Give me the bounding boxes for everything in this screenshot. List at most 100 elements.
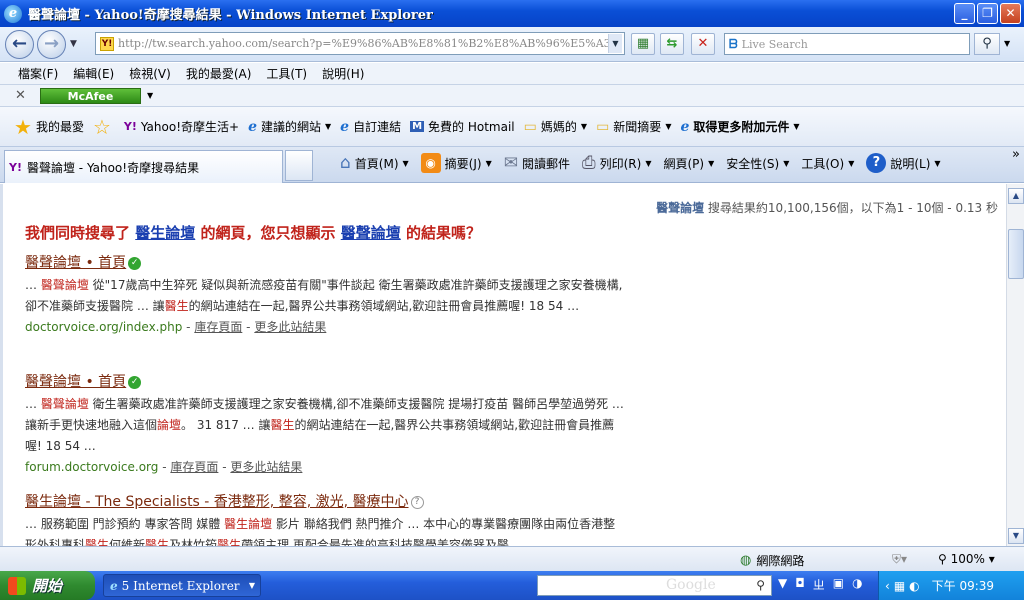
scroll-thumb[interactable] bbox=[1008, 229, 1024, 279]
fav-link-suggested-sites[interactable]: e 建議的網站 ▼ bbox=[248, 118, 331, 135]
menu-favorites[interactable]: 我的最愛(A) bbox=[186, 65, 252, 82]
window-controls: _ ❐ ✕ bbox=[954, 3, 1021, 24]
fav-link-label: 免費的 Hotmail bbox=[428, 120, 515, 134]
tools-menu-button[interactable]: 工具(O) ▼ bbox=[801, 155, 854, 172]
cached-page-link[interactable]: 庫存頁面 bbox=[170, 460, 218, 474]
chevron-down-icon[interactable]: ▼ bbox=[403, 159, 409, 168]
ime-icon[interactable]: ㄓ bbox=[813, 576, 825, 593]
snippet-keyword: 醫生 bbox=[270, 418, 295, 432]
page-menu-button[interactable]: 網頁(P) ▼ bbox=[663, 155, 714, 172]
did-you-mean-term1-link[interactable]: 醫生論壇 bbox=[135, 224, 195, 242]
search-icon[interactable]: ⚲ bbox=[756, 576, 765, 595]
options-icon[interactable]: ▼ bbox=[778, 576, 787, 593]
snippet-keyword: 醫生 bbox=[145, 538, 170, 546]
more-commands-icon[interactable]: » bbox=[1012, 147, 1020, 162]
fav-folder-news[interactable]: ▭ 新聞摘要 ▼ bbox=[596, 118, 671, 135]
back-button[interactable]: ← bbox=[5, 30, 34, 59]
safety-menu-button[interactable]: 安全性(S) ▼ bbox=[726, 155, 789, 172]
result-title-link[interactable]: 醫聲論壇 • 首頁 bbox=[25, 374, 126, 390]
volume-icon[interactable]: ◐ bbox=[909, 579, 919, 593]
menu-edit[interactable]: 編輯(E) bbox=[73, 65, 114, 82]
chevron-down-icon: ▼ bbox=[848, 158, 855, 168]
chevron-down-icon[interactable]: ▼ bbox=[486, 159, 492, 168]
scroll-down-icon[interactable]: ▼ bbox=[1008, 528, 1024, 544]
history-dropdown-icon[interactable]: ▼ bbox=[70, 39, 77, 49]
menu-help[interactable]: 說明(H) bbox=[322, 65, 364, 82]
fav-link-hotmail[interactable]: M 免費的 Hotmail bbox=[410, 118, 515, 135]
start-button[interactable]: 開始 bbox=[0, 571, 95, 600]
home-button[interactable]: ⌂ 首頁(M) ▼ bbox=[340, 153, 409, 173]
mcafee-dropdown-icon[interactable]: ▼ bbox=[147, 91, 153, 100]
yahoo-favicon-icon: Y! bbox=[100, 36, 114, 51]
menu-file[interactable]: 檔案(F) bbox=[18, 65, 58, 82]
feeds-button[interactable]: ◉ 摘要(J) ▼ bbox=[420, 153, 492, 173]
input-mode-icon[interactable]: ▣ bbox=[833, 576, 844, 593]
read-mail-button[interactable]: ✉ 閱讀郵件 bbox=[504, 153, 570, 173]
help-menu-button[interactable]: ? 說明(L) ▼ bbox=[866, 153, 941, 173]
half-width-icon[interactable]: ◑ bbox=[852, 576, 862, 593]
stop-button[interactable]: ✕ bbox=[691, 33, 715, 55]
live-search-icon: ᗷ bbox=[729, 36, 738, 51]
restore-icon[interactable]: ◘ bbox=[795, 576, 805, 593]
vertical-scrollbar[interactable]: ▲ ▼ bbox=[1006, 184, 1024, 546]
system-tray: ‹ ▦ ◐ 下午 09:39 bbox=[878, 571, 1024, 600]
fav-link-addons[interactable]: e 取得更多附加元件 ▼ bbox=[680, 118, 799, 135]
title-bar: e 醫聲論壇 - Yahoo!奇摩搜尋結果 - Windows Internet… bbox=[0, 0, 1024, 27]
tab-current[interactable]: Y! 醫聲論壇 - Yahoo!奇摩搜尋結果 bbox=[4, 150, 283, 183]
mcafee-button[interactable]: McAfee bbox=[40, 88, 141, 104]
help-icon: ? bbox=[866, 153, 887, 173]
search-options-dropdown-icon[interactable]: ▼ bbox=[1004, 39, 1010, 48]
minimize-button[interactable]: _ bbox=[954, 3, 975, 24]
protected-mode-icon[interactable]: ⛨▾ bbox=[892, 552, 907, 567]
fav-link-label: Yahoo!奇摩生活+ bbox=[140, 120, 240, 134]
search-result: 醫聲論壇 • 首頁 ✓ … 醫聲論壇 衛生署藥政處准許藥師支援護理之家安養機構,卻… bbox=[25, 371, 625, 475]
home-label: 首頁(M) bbox=[354, 156, 399, 171]
google-desktop-search[interactable]: Google ⚲ bbox=[537, 575, 772, 596]
address-bar[interactable]: Y! http://tw.search.yahoo.com/search?p=%… bbox=[95, 32, 625, 55]
add-favorite-button[interactable]: ☆ bbox=[93, 115, 115, 139]
yahoo-icon: Y! bbox=[9, 160, 22, 174]
restore-button[interactable]: ❐ bbox=[977, 3, 998, 24]
snippet-keyword: 醫聲論壇 bbox=[40, 397, 89, 411]
google-watermark: Google bbox=[666, 577, 716, 593]
tray-arrow-icon[interactable]: ‹ bbox=[885, 579, 890, 593]
more-from-site-link[interactable]: 更多此站結果 bbox=[254, 320, 326, 334]
did-you-mean-term2-link[interactable]: 醫聲論壇 bbox=[341, 224, 401, 242]
search-icon[interactable]: ⚲ bbox=[974, 33, 1000, 55]
chevron-down-icon: ▼ bbox=[793, 122, 800, 131]
taskbar-ie-group[interactable]: e 5 Internet Explorer ▼ bbox=[103, 574, 261, 597]
mail-icon: ✉ bbox=[503, 153, 518, 173]
chevron-down-icon: ▼ bbox=[934, 158, 941, 168]
address-dropdown-icon[interactable]: ▼ bbox=[608, 34, 622, 53]
scroll-up-icon[interactable]: ▲ bbox=[1008, 188, 1024, 204]
result-url-line: forum.doctorvoice.org - 庫存頁面 - 更多此站結果 bbox=[25, 460, 303, 474]
compatibility-view-icon[interactable]: ▦ bbox=[631, 33, 655, 55]
fav-link-custom-links[interactable]: e 自訂連結 bbox=[340, 118, 401, 135]
menu-view[interactable]: 檢視(V) bbox=[129, 65, 171, 82]
address-url[interactable]: http://tw.search.yahoo.com/search?p=%E9%… bbox=[118, 37, 608, 50]
snippet-keyword: 醫生 bbox=[85, 538, 110, 546]
chevron-down-icon[interactable]: ▼ bbox=[645, 159, 651, 168]
print-button[interactable]: ⎙ 列印(R) ▼ bbox=[582, 153, 651, 173]
refresh-button[interactable]: ⇆ bbox=[660, 33, 684, 55]
menu-tools[interactable]: 工具(T) bbox=[266, 65, 307, 82]
address-toolbar: ← → ▼ Y! http://tw.search.yahoo.com/sear… bbox=[0, 27, 1024, 62]
live-search-box[interactable]: ᗷ Live Search bbox=[724, 33, 970, 55]
more-from-site-link[interactable]: 更多此站結果 bbox=[230, 460, 302, 474]
cached-page-link[interactable]: 庫存頁面 bbox=[194, 320, 242, 334]
result-title-link[interactable]: 醫生論壇 - The Specialists - 香港整形, 整容, 激光, 醫… bbox=[25, 494, 409, 510]
network-icon[interactable]: ▦ bbox=[894, 579, 905, 593]
favorites-center-button[interactable]: ★ 我的最愛 bbox=[14, 115, 84, 139]
help-question-icon[interactable]: ? bbox=[410, 496, 424, 509]
folder-icon: ▭ bbox=[596, 118, 610, 135]
print-label: 列印(R) bbox=[599, 156, 642, 171]
fav-folder-moms[interactable]: ▭ 媽媽的 ▼ bbox=[524, 118, 587, 135]
result-title-link[interactable]: 醫聲論壇 • 首頁 bbox=[25, 255, 126, 271]
result-stats: 醫聲論壇 搜尋結果約10,100,156個，以下為1 - 10個 - 0.13 … bbox=[656, 199, 998, 216]
fav-link-yahoo-life[interactable]: Y! Yahoo!奇摩生活+ bbox=[124, 118, 239, 135]
new-tab-button[interactable] bbox=[285, 150, 313, 181]
zoom-control[interactable]: ⚲ 100% ▾ bbox=[938, 552, 995, 566]
forward-button[interactable]: → bbox=[37, 30, 66, 59]
close-toolbar-icon[interactable]: ✕ bbox=[15, 88, 26, 103]
close-button[interactable]: ✕ bbox=[1000, 3, 1021, 24]
